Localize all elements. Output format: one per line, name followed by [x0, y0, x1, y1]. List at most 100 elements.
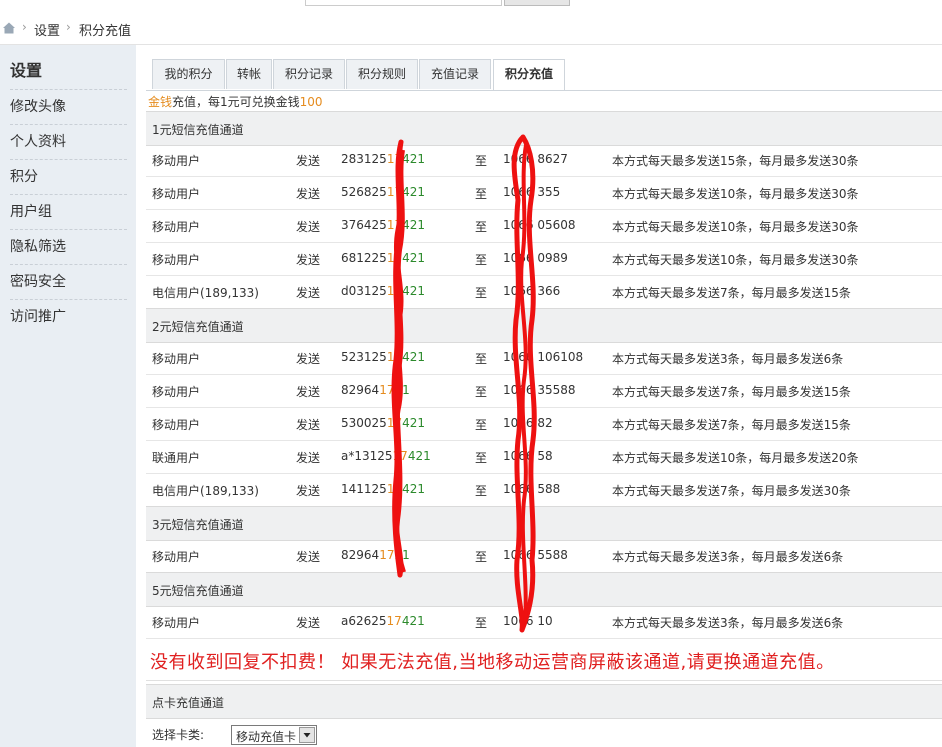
- top-search-remnant: [0, 0, 942, 12]
- to-label: 至: [475, 385, 488, 399]
- sms-number: 1066 5588: [503, 548, 568, 562]
- breadcrumb-separator: ›: [66, 20, 71, 34]
- user-type: 移动用户: [152, 220, 201, 234]
- exchange-amount: 100: [299, 95, 323, 109]
- sidebar-item-avatar[interactable]: 修改头像: [10, 89, 127, 124]
- table-row: 电信用户(189,133) 发送 14112517421 至 1066 588 …: [146, 473, 942, 507]
- to-label: 至: [475, 154, 488, 168]
- table-row: 移动用户 发送 a6262517421 至 1066 10 本方式每天最多发送3…: [146, 605, 942, 639]
- sms-number: 1066 8627: [503, 152, 568, 166]
- limit-desc: 本方式每天最多发送15条，每月最多发送30条: [612, 154, 859, 168]
- chevron-down-icon[interactable]: [299, 727, 315, 743]
- section-header: 2元短信充值通道: [146, 308, 942, 343]
- to-label: 至: [475, 286, 488, 300]
- tab-credit-rules[interactable]: 积分规则: [346, 59, 418, 89]
- send-label: 发送: [296, 451, 321, 465]
- limit-desc: 本方式每天最多发送3条，每月最多发送6条: [612, 550, 844, 564]
- table-row: 移动用户 发送 52682517421 至 1066 355 本方式每天最多发送…: [146, 176, 942, 210]
- to-label: 至: [475, 187, 488, 201]
- sms-number: 1066 10: [503, 614, 553, 628]
- sidebar-item-usergroup[interactable]: 用户组: [10, 194, 127, 229]
- intro-text: 充值，每1元可兑换金钱: [172, 95, 300, 109]
- table-row: 移动用户 发送 68122517421 至 1066 0989 本方式每天最多发…: [146, 242, 942, 276]
- user-type: 移动用户: [152, 418, 201, 432]
- tab-divider: [146, 90, 942, 91]
- section-title: 点卡充值通道: [152, 696, 225, 710]
- sms-code: 68122517421: [341, 251, 425, 265]
- limit-desc: 本方式每天最多发送10条，每月最多发送20条: [612, 451, 859, 465]
- sms-number: 1066 35588: [503, 383, 576, 397]
- user-type: 电信用户(189,133): [152, 286, 259, 300]
- search-input[interactable]: [305, 0, 502, 6]
- limit-desc: 本方式每天最多发送7条，每月最多发送15条: [612, 418, 851, 432]
- tab-transfer[interactable]: 转帐: [226, 59, 272, 89]
- table-row: 电信用户(189,133) 发送 d0312517421 至 1066 366 …: [146, 275, 942, 309]
- divider: [146, 680, 942, 681]
- breadcrumb: › 设置 › 积分充值: [0, 12, 942, 45]
- breadcrumb-separator: ›: [22, 20, 27, 34]
- sms-number: 1066 05608: [503, 218, 576, 232]
- user-type: 电信用户(189,133): [152, 484, 259, 498]
- tab-credit-log[interactable]: 积分记录: [273, 59, 345, 89]
- user-type: 移动用户: [152, 385, 201, 399]
- limit-desc: 本方式每天最多发送7条，每月最多发送30条: [612, 484, 851, 498]
- section-header: 3元短信充值通道: [146, 506, 942, 541]
- tab-recharge-log[interactable]: 充值记录: [419, 59, 491, 89]
- currency-name: 金钱: [148, 95, 173, 109]
- card-section-header: 点卡充值通道: [146, 684, 942, 719]
- sms-number: 1066 588: [503, 482, 561, 496]
- sidebar-item-credits[interactable]: 积分: [10, 159, 127, 194]
- limit-desc: 本方式每天最多发送10条，每月最多发送30条: [612, 187, 859, 201]
- send-label: 发送: [296, 418, 321, 432]
- send-label: 发送: [296, 220, 321, 234]
- to-label: 至: [475, 550, 488, 564]
- limit-desc: 本方式每天最多发送7条，每月最多发送15条: [612, 286, 851, 300]
- to-label: 至: [475, 616, 488, 630]
- sidebar-item-privacy[interactable]: 隐私筛选: [10, 229, 127, 264]
- sidebar-item-promotion[interactable]: 访问推广: [10, 299, 127, 334]
- limit-desc: 本方式每天最多发送3条，每月最多发送6条: [612, 352, 844, 366]
- sms-number: 1066 355: [503, 185, 561, 199]
- tab-my-credits[interactable]: 我的积分: [152, 59, 225, 89]
- sidebar-item-profile[interactable]: 个人资料: [10, 124, 127, 159]
- table-row: 移动用户 发送 829641721 至 1066 5588 本方式每天最多发送3…: [146, 539, 942, 573]
- recharge-intro: 金钱充值，每1元可兑换金钱100: [148, 93, 323, 110]
- card-type-select[interactable]: 移动充值卡: [231, 725, 317, 745]
- section-header: 5元短信充值通道: [146, 572, 942, 607]
- home-icon[interactable]: [2, 21, 16, 35]
- sidebar-title: 设置: [10, 61, 43, 80]
- sms-number: 1066 366: [503, 284, 561, 298]
- sms-code: 829641721: [341, 383, 410, 397]
- to-label: 至: [475, 451, 488, 465]
- breadcrumb-current: 积分充值: [79, 24, 132, 39]
- sms-code: 53002517421: [341, 416, 425, 430]
- table-row: 联通用户 发送 a*1312517421 至 1066 58 本方式每天最多发送…: [146, 440, 942, 474]
- send-label: 发送: [296, 550, 321, 564]
- send-label: 发送: [296, 484, 321, 498]
- user-type: 移动用户: [152, 154, 201, 168]
- limit-desc: 本方式每天最多发送10条，每月最多发送30条: [612, 253, 859, 267]
- limit-desc: 本方式每天最多发送3条，每月最多发送6条: [612, 616, 844, 630]
- sms-number: 1066 106108: [503, 350, 584, 364]
- user-type: 移动用户: [152, 187, 201, 201]
- send-label: 发送: [296, 253, 321, 267]
- sms-code: 52312517421: [341, 350, 425, 364]
- sidebar-item-password[interactable]: 密码安全: [10, 264, 127, 299]
- user-type: 联通用户: [152, 451, 201, 465]
- send-label: 发送: [296, 385, 321, 399]
- limit-desc: 本方式每天最多发送10条，每月最多发送30条: [612, 220, 859, 234]
- send-label: 发送: [296, 154, 321, 168]
- search-button[interactable]: [504, 0, 570, 6]
- table-row: 移动用户 发送 53002517421 至 1066 82 本方式每天最多发送7…: [146, 407, 942, 441]
- table-row: 移动用户 发送 37642517421 至 1066 05608 本方式每天最多…: [146, 209, 942, 243]
- tab-recharge[interactable]: 积分充值: [493, 59, 565, 91]
- sms-number: 1066 0989: [503, 251, 568, 265]
- sidebar: 设置 修改头像 个人资料 积分 用户组 隐私筛选 密码安全 访问推广: [0, 45, 136, 747]
- section-title: 1元短信充值通道: [152, 123, 244, 137]
- send-label: 发送: [296, 187, 321, 201]
- to-label: 至: [475, 484, 488, 498]
- breadcrumb-settings[interactable]: 设置: [34, 20, 60, 39]
- to-label: 至: [475, 220, 488, 234]
- sms-number: 1066 58: [503, 449, 553, 463]
- sms-code: 28312517421: [341, 152, 425, 166]
